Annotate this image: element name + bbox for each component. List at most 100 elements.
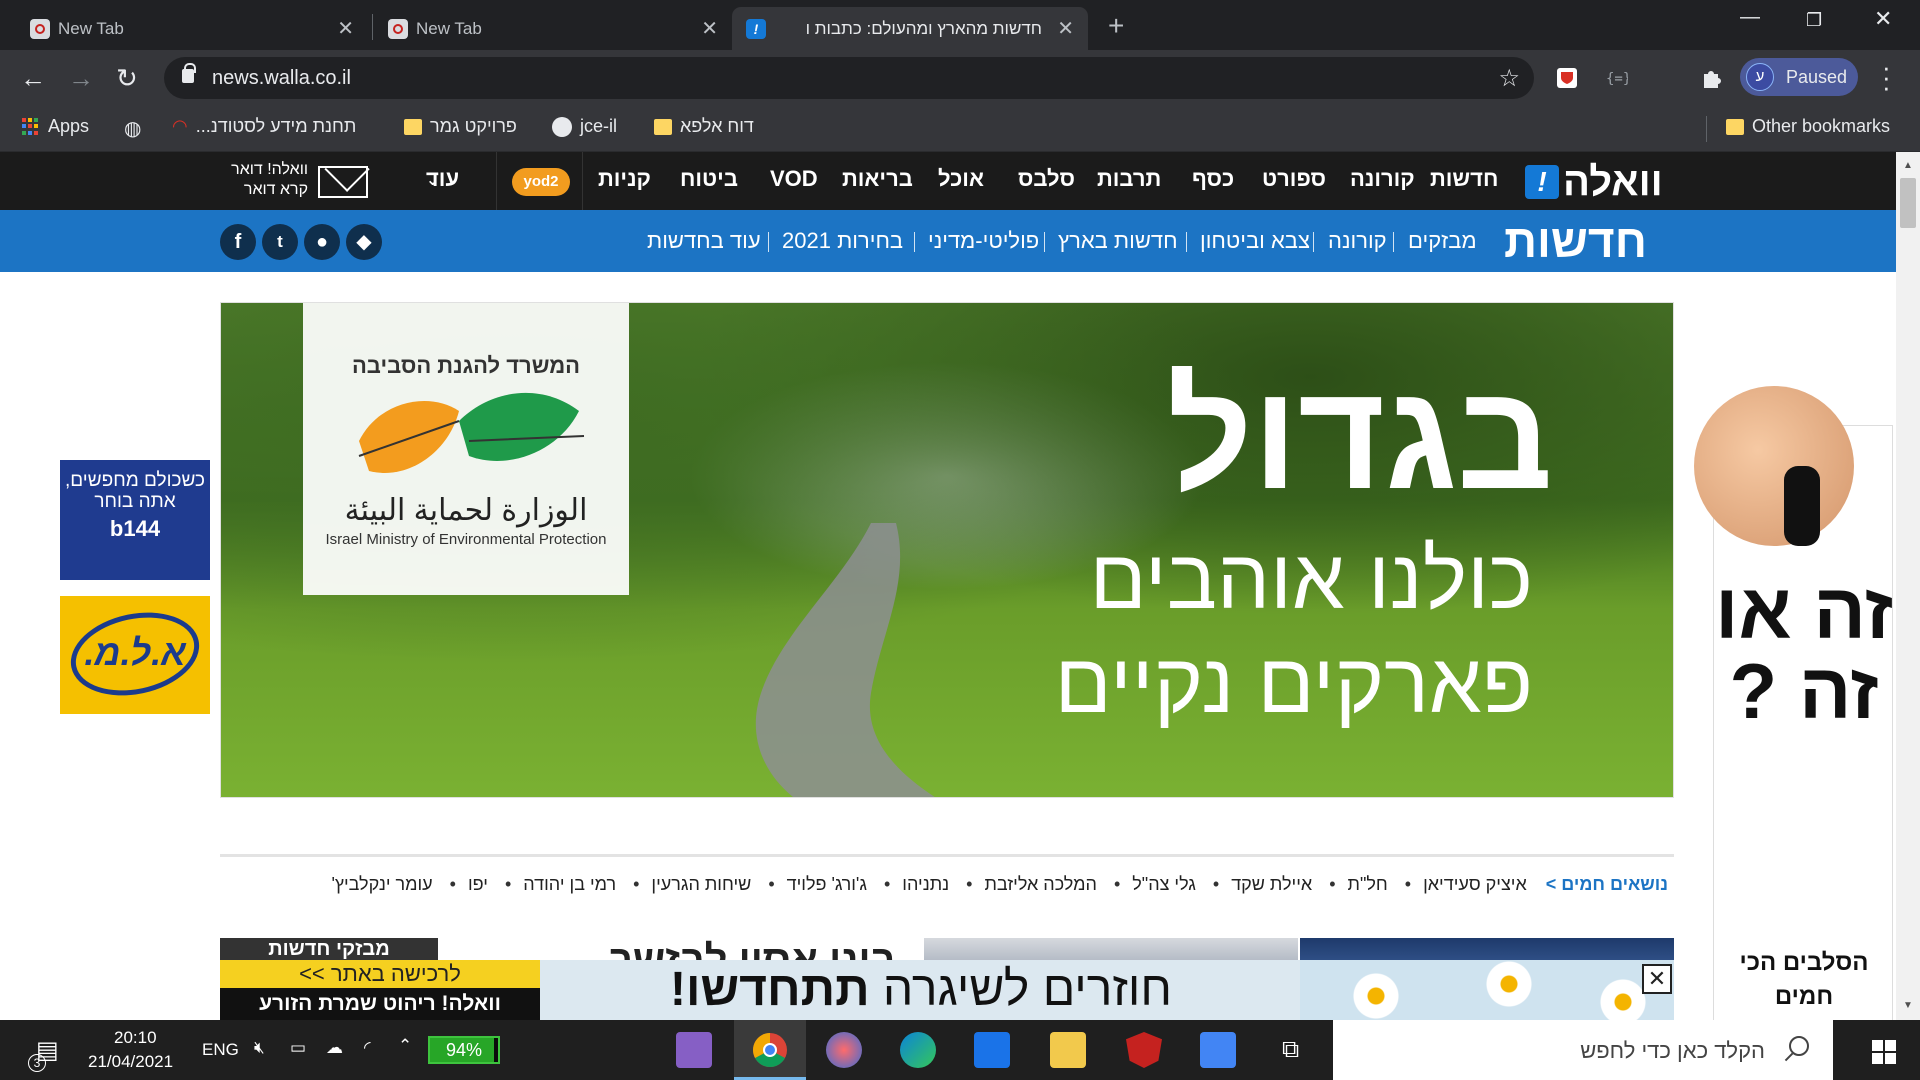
battery-icon[interactable]: ▭ [290,1038,306,1058]
extension-shield-icon[interactable] [1555,66,1579,90]
hot-topic[interactable]: איציק סעידיאן [1423,874,1527,894]
windows-start-icon[interactable] [1872,1040,1896,1064]
right-skyscraper-ad[interactable]: זה או זה ? הסלבים הכי חמים [1694,386,1893,1020]
tab-new-tab-1[interactable]: New Tab ✕ [28,7,360,50]
hot-topic[interactable]: עומר ינקלביץ' [331,874,432,894]
bookmark-final-project[interactable]: פרויקט גמר [404,116,517,137]
new-tab-plus-icon[interactable]: + [1108,10,1124,42]
paint-app-icon[interactable] [826,1032,862,1068]
chrome-menu-icon[interactable]: · · · [1882,54,1891,100]
bookmark-star-icon[interactable]: ☆ [1498,64,1520,93]
nav-corona[interactable]: קורונה [1350,166,1415,192]
mail-icon[interactable] [974,1032,1010,1068]
nav-celebs[interactable]: סלבס [1018,166,1075,192]
cloud-offline-icon[interactable]: ☁ [326,1038,343,1058]
clock-time[interactable]: 20:10 [114,1028,157,1048]
hero-subline-1: כולנו אוהבים [1089,532,1533,626]
hot-topic[interactable]: המלכה אליזבת [984,874,1096,894]
volume-muted-icon[interactable]: 🔇︎ [254,1038,265,1058]
nav-vod[interactable]: VOD [770,166,818,192]
news-nav-corona[interactable]: קורונה [1328,228,1387,254]
walla-logo[interactable]: ! וואלה [1525,161,1663,203]
nav-health[interactable]: בריאות [842,166,913,192]
hot-topic[interactable]: יפו [468,874,488,894]
close-tab-icon[interactable]: ✕ [701,16,718,41]
twitter-icon[interactable]: t [262,224,298,260]
nav-insurance[interactable]: ביטוח [680,166,738,192]
tab-new-tab-2[interactable]: New Tab ✕ [386,7,724,50]
alm-ad[interactable]: א.ל.מ. [60,596,210,714]
hot-topics-label[interactable]: נושאים חמים > [1546,874,1668,894]
task-view-icon[interactable]: ⧉ [1282,1036,1299,1064]
nav-shopping[interactable]: קניות [598,166,651,192]
nav-money[interactable]: כסף [1192,166,1234,192]
news-nav-more[interactable]: עוד בחדשות [647,228,761,254]
apple-icon[interactable]: ● [304,224,340,260]
bookmark-apps[interactable]: Apps [22,116,89,137]
hot-topic[interactable]: גלי צה"ל [1132,874,1196,894]
wifi-icon[interactable]: ◜ [364,1038,371,1058]
close-tab-icon[interactable]: ✕ [337,16,354,41]
page-scrollbar[interactable]: ▲ ▼ [1896,152,1920,1020]
taskbar-search-box[interactable]: הקלד כאן כדי לחפש [1333,1020,1833,1080]
bookmark-student-info[interactable]: ◠ תחנת מידע לסטודנ... [172,116,356,137]
globe-icon[interactable]: ◍ [124,116,141,141]
buy-on-site-link[interactable]: לרכישה באתר >> [220,960,540,988]
hot-topic[interactable]: רמי בן יהודה [523,874,616,894]
language-indicator[interactable]: ENG [202,1040,239,1060]
section-title[interactable]: חדשות [1504,214,1647,268]
facebook-icon[interactable]: f [220,224,256,260]
b144-ad[interactable]: כשכולם מחפשים, אתה בוחר b144 [60,460,210,580]
hot-topic[interactable]: נתניהו [902,874,949,894]
nav-sport[interactable]: ספורט [1262,166,1326,192]
restore-window-icon[interactable]: ❐ [1806,10,1822,31]
news-nav-politics[interactable]: פוליטי-מדיני [928,228,1039,254]
close-window-icon[interactable]: ✕ [1874,6,1892,32]
hot-topic[interactable]: ג'ורג' פלויד [787,874,867,894]
nav-food[interactable]: אוכל [938,166,984,192]
extensions-puzzle-icon[interactable] [1700,66,1724,90]
scroll-down-icon[interactable]: ▼ [1903,1000,1913,1011]
android-icon[interactable]: ◆ [346,224,382,260]
hot-topic[interactable]: איילת שקד [1231,874,1312,894]
visual-studio-icon[interactable] [676,1032,712,1068]
scroll-up-icon[interactable]: ▲ [1903,160,1913,171]
battery-meter[interactable]: 94% [428,1036,500,1064]
lock-icon[interactable] [182,63,196,83]
yod2-logo[interactable]: yod2 [512,168,570,196]
clock-date[interactable]: 21/04/2021 [88,1052,173,1072]
show-hidden-icons-chevron-icon[interactable]: ⌃ [398,1036,412,1056]
walla-mail-link[interactable]: וואלה! דואר קרא דואר [222,160,308,200]
mcafee-icon[interactable] [1126,1032,1162,1068]
news-nav-local[interactable]: חדשות בארץ [1058,228,1178,254]
nav-culture[interactable]: תרבות [1097,166,1161,192]
profile-paused-button[interactable]: ע Paused [1740,58,1858,96]
edge-icon[interactable] [900,1032,936,1068]
close-tab-icon[interactable]: ✕ [1057,16,1074,41]
forward-arrow-icon[interactable]: → [68,63,94,94]
other-bookmarks[interactable]: Other bookmarks [1726,116,1890,137]
tab-walla-news[interactable]: ! חדשות מהארץ ומהעולם: כתבות ו ✕ [732,7,1088,50]
extension-brackets-icon[interactable]: {=} [1604,66,1628,90]
envelope-icon[interactable] [318,166,368,198]
chevron-down-icon[interactable]: ⌄ [426,170,439,190]
bottom-sticky-ad[interactable]: לרכישה באתר >> וואלה! ריהוט שמרת הזורע ח… [220,960,1674,1020]
bookmark-jce-il[interactable]: jce-il [552,116,617,137]
scrollbar-thumb[interactable] [1900,178,1916,228]
bookmark-alpha-report[interactable]: דוח אלפא [654,116,754,137]
address-bar[interactable]: news.walla.co.il ☆ [164,57,1534,99]
store-icon[interactable] [1200,1032,1236,1068]
close-ad-icon[interactable]: ✕ [1642,964,1672,994]
news-nav-army[interactable]: צבא וביטחון [1200,228,1310,254]
reload-icon[interactable]: ↻ [116,63,138,94]
news-nav-flash[interactable]: מבזקים [1408,228,1477,254]
hero-banner-ad[interactable]: המשרד להגנת הסביבה الوزارة لحماية البيئة… [220,302,1674,798]
nav-news[interactable]: חדשות [1430,166,1498,192]
chrome-taskbar-active[interactable] [734,1020,806,1080]
news-nav-elections[interactable]: בחירות 2021 [782,228,903,254]
file-explorer-icon[interactable] [1050,1032,1086,1068]
back-arrow-icon[interactable]: ← [20,63,46,94]
minimize-window-icon[interactable]: — [1740,6,1760,29]
hot-topic[interactable]: חל"ת [1348,874,1388,894]
hot-topic[interactable]: שיחות הגרעין [651,874,751,894]
